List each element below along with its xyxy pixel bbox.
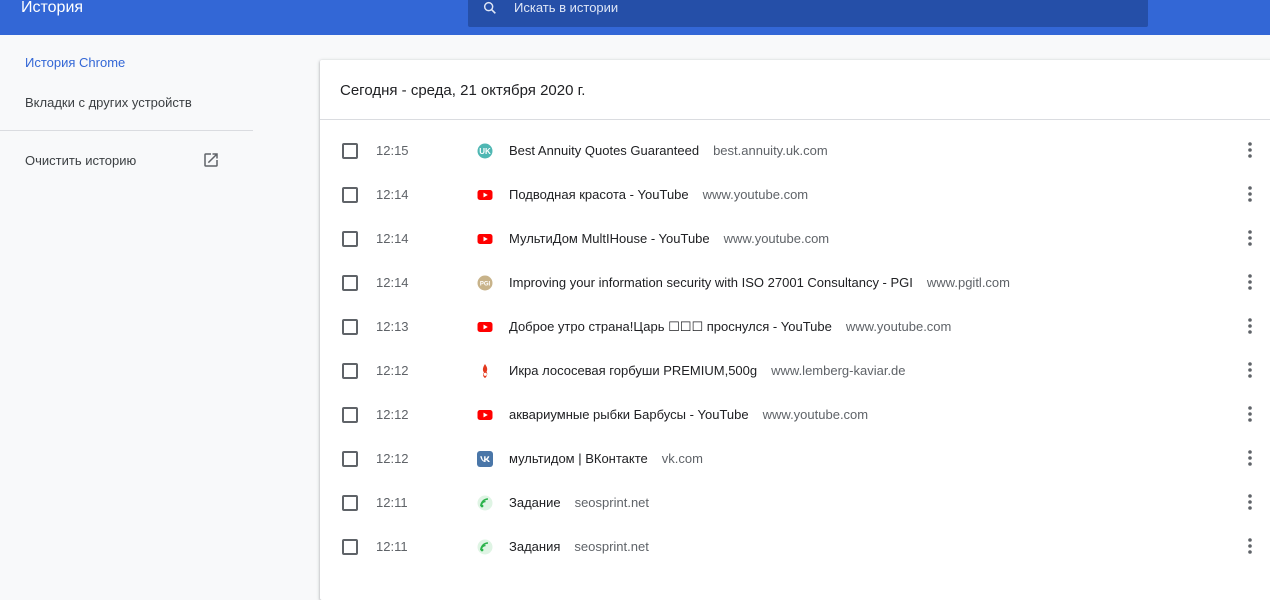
history-entry: 12:14 Подводная красота - YouTube www.yout… <box>320 172 1270 216</box>
entry-domain: seosprint.net <box>574 495 650 510</box>
entry-checkbox[interactable] <box>342 231 358 247</box>
entry-time: 12:12 <box>376 407 409 422</box>
entry-domain: www.youtube.com <box>702 187 809 202</box>
history-entry: 12:12 Икра лососевая горбуши PREMIUM,500g… <box>320 348 1270 392</box>
search-box[interactable] <box>468 0 1148 27</box>
more-actions-icon[interactable] <box>1241 140 1259 160</box>
more-actions-icon[interactable] <box>1241 228 1259 248</box>
history-card: Сегодня - среда, 21 октября 2020 г. 12:1… <box>320 60 1270 600</box>
clear-history-label: Очистить историю <box>25 153 137 168</box>
more-actions-icon[interactable] <box>1241 316 1259 336</box>
entry-title[interactable]: Best Annuity Quotes Guaranteed <box>509 143 699 158</box>
entry-domain: www.youtube.com <box>723 231 830 246</box>
entry-time: 12:11 <box>376 495 408 510</box>
entry-checkbox[interactable] <box>342 495 358 511</box>
more-actions-icon[interactable] <box>1241 448 1259 468</box>
pgi-icon: PGI <box>477 275 493 291</box>
date-title: Сегодня - среда, 21 октября 2020 г. <box>340 82 586 99</box>
entry-title[interactable]: МультиДом MultIHouse - YouTube <box>509 231 710 246</box>
lemberg-icon <box>477 363 493 379</box>
entry-checkbox[interactable] <box>342 143 358 159</box>
svg-text:PGI: PGI <box>480 282 491 288</box>
history-entry: 12:11 Задание seosprint.net <box>320 480 1270 524</box>
search-icon <box>483 1 496 14</box>
date-header: Сегодня - среда, 21 октября 2020 г. <box>320 60 1270 120</box>
open-in-new-icon <box>204 153 218 167</box>
history-entry: 12:14 PGI Improving your information secur… <box>320 260 1270 304</box>
history-entry: 12:15 UK Best Annuity Quotes Guaranteed bes… <box>320 128 1270 172</box>
youtube-icon <box>477 187 493 203</box>
entry-link[interactable]: МультиДом MultIHouse - YouTube www.youtub… <box>509 231 829 246</box>
youtube-icon <box>477 231 493 247</box>
entry-link[interactable]: мультидом | ВКонтакте vk.com <box>509 451 703 466</box>
entry-link[interactable]: Задание seosprint.net <box>509 495 649 510</box>
entry-link[interactable]: Икра лососевая горбуши PREMIUM,500g www.l… <box>509 363 906 378</box>
entry-link[interactable]: Improving your information security with… <box>509 275 1010 290</box>
entry-domain: seosprint.net <box>574 539 649 554</box>
entry-time: 12:15 <box>376 143 409 158</box>
entry-link[interactable]: Подводная красота - YouTube www.youtube.c… <box>509 187 808 202</box>
entry-checkbox[interactable] <box>342 407 358 423</box>
entry-domain: www.pgitl.com <box>926 275 1010 290</box>
youtube-icon <box>477 319 493 335</box>
entry-title[interactable]: Икра лососевая горбуши PREMIUM,500g <box>509 363 757 378</box>
entry-time: 12:14 <box>376 187 409 202</box>
entry-title[interactable]: мультидом | ВКонтакте <box>509 451 648 466</box>
entry-domain: www.youtube.com <box>762 407 869 422</box>
entry-time: 12:14 <box>376 275 409 290</box>
entry-domain: www.lemberg-kaviar.de <box>771 363 906 378</box>
history-entry: 12:13 Доброе утро страна!Царь ☐☐☐ проснул… <box>320 304 1270 348</box>
entry-title[interactable]: Доброе утро страна!Царь ☐☐☐ проснулся - … <box>509 319 832 334</box>
more-actions-icon[interactable] <box>1241 272 1259 292</box>
entry-checkbox[interactable] <box>342 319 358 335</box>
entry-title[interactable]: Задание <box>509 495 561 510</box>
entry-link[interactable]: Задания seosprint.net <box>509 539 649 554</box>
sidebar-divider <box>0 130 253 131</box>
entry-title[interactable]: Задания <box>509 539 560 554</box>
entry-title[interactable]: Improving your information security with… <box>509 275 913 290</box>
entry-time: 12:11 <box>376 539 408 554</box>
entry-time: 12:13 <box>376 319 409 334</box>
more-actions-icon[interactable] <box>1241 184 1259 204</box>
more-actions-icon[interactable] <box>1241 492 1259 512</box>
entry-checkbox[interactable] <box>342 363 358 379</box>
toolbar: История <box>0 0 1270 35</box>
entry-checkbox[interactable] <box>342 451 358 467</box>
youtube-icon <box>477 407 493 423</box>
entry-time: 12:14 <box>376 231 409 246</box>
history-entry: 12:12 аквариумные рыбки Барбусы - YouTube… <box>320 392 1270 436</box>
entry-link[interactable]: Best Annuity Quotes Guaranteed best.annui… <box>509 143 828 158</box>
sidebar-item-other-devices[interactable]: Вкладки с других устройств <box>25 95 192 111</box>
entry-time: 12:12 <box>376 451 409 466</box>
history-entry: 12:11 Задания seosprint.net <box>320 524 1270 568</box>
entry-checkbox[interactable] <box>342 275 358 291</box>
more-actions-icon[interactable] <box>1241 360 1259 380</box>
entry-checkbox[interactable] <box>342 539 358 555</box>
more-actions-icon[interactable] <box>1241 404 1259 424</box>
more-actions-icon[interactable] <box>1241 536 1259 556</box>
entry-domain: www.youtube.com <box>845 319 952 334</box>
entry-title[interactable]: Подводная красота - YouTube <box>509 187 689 202</box>
history-entry: 12:14 МультиДом MultIHouse - YouTube www.y… <box>320 216 1270 260</box>
sidebar-item-chrome-history[interactable]: История Chrome <box>25 55 125 71</box>
vk-icon <box>477 451 493 467</box>
entry-domain: vk.com <box>661 451 703 466</box>
entry-checkbox[interactable] <box>342 187 358 203</box>
history-entry: 12:12 мультидом | ВКонтакте vk.com <box>320 436 1270 480</box>
search-input[interactable] <box>514 0 1114 18</box>
uk-icon: UK <box>477 143 493 159</box>
history-list: 12:15 UK Best Annuity Quotes Guaranteed bes… <box>320 128 1270 568</box>
clear-history-button[interactable]: Очистить историю <box>25 151 225 171</box>
seosprint-icon <box>477 495 493 511</box>
entry-link[interactable]: Доброе утро страна!Царь ☐☐☐ проснулся - … <box>509 319 951 335</box>
entry-time: 12:12 <box>376 363 409 378</box>
sidebar: История Chrome Вкладки с других устройст… <box>0 35 253 585</box>
seosprint-icon <box>477 539 493 555</box>
entry-title[interactable]: аквариумные рыбки Барбусы - YouTube <box>509 407 749 422</box>
entry-link[interactable]: аквариумные рыбки Барбусы - YouTube www.y… <box>509 407 868 422</box>
svg-text:UK: UK <box>479 147 491 156</box>
page-title: История <box>21 0 84 16</box>
entry-domain: best.annuity.uk.com <box>713 143 828 158</box>
